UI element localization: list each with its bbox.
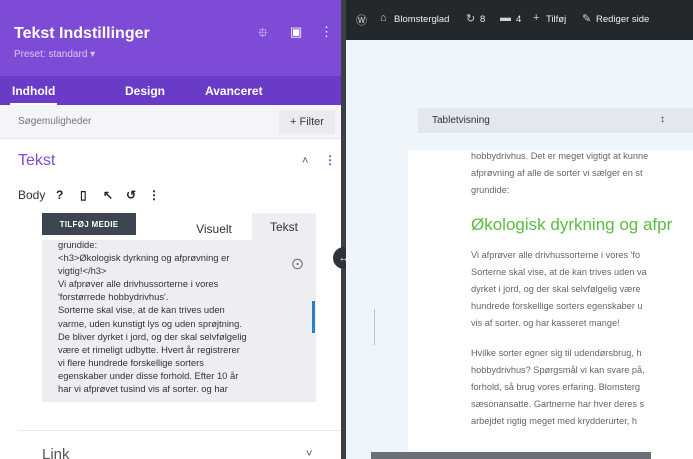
html-editor[interactable]: grundide: <h3>Økologisk dyrkning og afpr… [42, 240, 316, 402]
panel-title: Tekst Indstillinger [14, 25, 150, 42]
updates-count[interactable]: 8 [480, 14, 485, 25]
admin-bar: Ⓦ ⌂ Blomsterglad ↻ 8 ▬ 4 + Tilføj ✎ Redi… [346, 0, 693, 40]
search-row: + Filter [0, 105, 341, 139]
toggle-title-text[interactable]: Tekst [18, 152, 55, 170]
text-line: dyrket i jord, og der skal selvfølgelig … [471, 284, 641, 294]
chevron-down-icon[interactable]: ˅ [306, 448, 312, 459]
updates-icon[interactable]: ↻ [466, 12, 475, 25]
more-options-icon[interactable]: ⋮ [320, 24, 333, 40]
link-toggle-title[interactable]: Link [42, 446, 70, 459]
section-handle[interactable] [374, 309, 375, 345]
divider [18, 430, 341, 431]
builder-canvas: Tabletvisning ↕ hobbydrivhus. Det er meg… [346, 40, 693, 459]
section-more-icon[interactable]: ⋮ [324, 153, 336, 167]
comments-icon[interactable]: ▬ [500, 12, 511, 24]
text-line: vis af sorter. og har kasseret mange! [471, 318, 620, 328]
tab-advanced[interactable]: Avanceret [205, 84, 263, 98]
text-line: hundrede forskellige sorters egenskaber … [471, 301, 643, 311]
reset-icon[interactable]: ↺ [126, 188, 136, 202]
select-caret-icon: ↕ [660, 114, 665, 125]
text-line: Vi afprøver alle drivhussorterne i vores… [471, 250, 641, 260]
text-line: sæsonansatte. Gartnerne har hver deres s [471, 399, 645, 409]
ai-icon[interactable]: ⨀ [292, 257, 303, 270]
filter-button[interactable]: + Filter [279, 110, 335, 134]
text-line: arbejdet rigtig meget med krydderurter, … [471, 416, 637, 426]
text-line: forhold, så brug vores erfaring. Blomste… [471, 382, 641, 392]
text-line: hobbydrivhus. Det er meget vigtigt at ku… [471, 151, 649, 161]
hover-cursor-icon[interactable]: ↖ [103, 188, 113, 202]
text-line: hobbydrivhus? Spørgsmål vi kan svare på, [471, 365, 645, 375]
edit-pencil-icon[interactable]: ✎ [582, 12, 591, 25]
content-heading: Økologisk dyrkning og afpr [471, 215, 673, 234]
plus-icon[interactable]: + [533, 12, 539, 24]
comments-count[interactable]: 4 [516, 14, 521, 25]
dashboard-icon[interactable]: ⌂ [380, 12, 387, 24]
text-line: Sorterne skal vise, at de kan trives ude… [471, 267, 647, 277]
view-mode-label: Tabletvisning [432, 115, 490, 126]
view-mode-select[interactable]: Tabletvisning ↕ [418, 108, 693, 133]
bottom-toolbar[interactable] [371, 452, 651, 459]
settings-panel: Tekst Indstillinger Preset: standard ▾ ⯐… [0, 0, 341, 459]
edit-page-link[interactable]: Rediger side [596, 14, 649, 25]
add-new-link[interactable]: Tilføj [546, 14, 566, 25]
text-line: Hvilke sorter egner sig til udendørsbrug… [471, 348, 642, 358]
mobile-icon[interactable]: ▯ [80, 188, 87, 202]
search-input[interactable] [18, 116, 218, 127]
text-line: afprøvning af alle de sorter vi sælger e… [471, 168, 643, 178]
add-media-button[interactable]: TILFØJ MEDIE [42, 213, 136, 235]
split-view-icon[interactable]: ▣ [290, 24, 302, 40]
settings-tabs: Indhold Design Avanceret [0, 76, 341, 105]
body-label: Body [18, 188, 46, 202]
preset-dropdown[interactable]: Preset: standard ▾ [14, 49, 95, 60]
tab-content[interactable]: Indhold [9, 84, 58, 105]
html-editor-content[interactable]: grundide: <h3>Økologisk dyrkning og afpr… [58, 240, 294, 395]
editor-scrollbar[interactable] [312, 301, 315, 333]
fullscreen-icon[interactable]: ⯐ [258, 24, 268, 46]
tab-visual[interactable]: Visuelt [176, 218, 252, 240]
preview-page: hobbydrivhus. Det er meget vigtigt at ku… [408, 150, 693, 459]
tab-text[interactable]: Tekst [252, 213, 316, 240]
text-line: grundide: [471, 185, 510, 195]
options-icon[interactable]: ⋮ [148, 188, 160, 202]
site-name[interactable]: Blomsterglad [394, 14, 449, 25]
tab-design[interactable]: Design [125, 84, 165, 98]
chevron-up-icon[interactable]: ˄ [302, 155, 308, 167]
wordpress-icon[interactable]: Ⓦ [356, 12, 367, 28]
help-icon[interactable]: ? [56, 188, 63, 202]
panel-header: Tekst Indstillinger Preset: standard ▾ ⯐… [0, 0, 341, 76]
